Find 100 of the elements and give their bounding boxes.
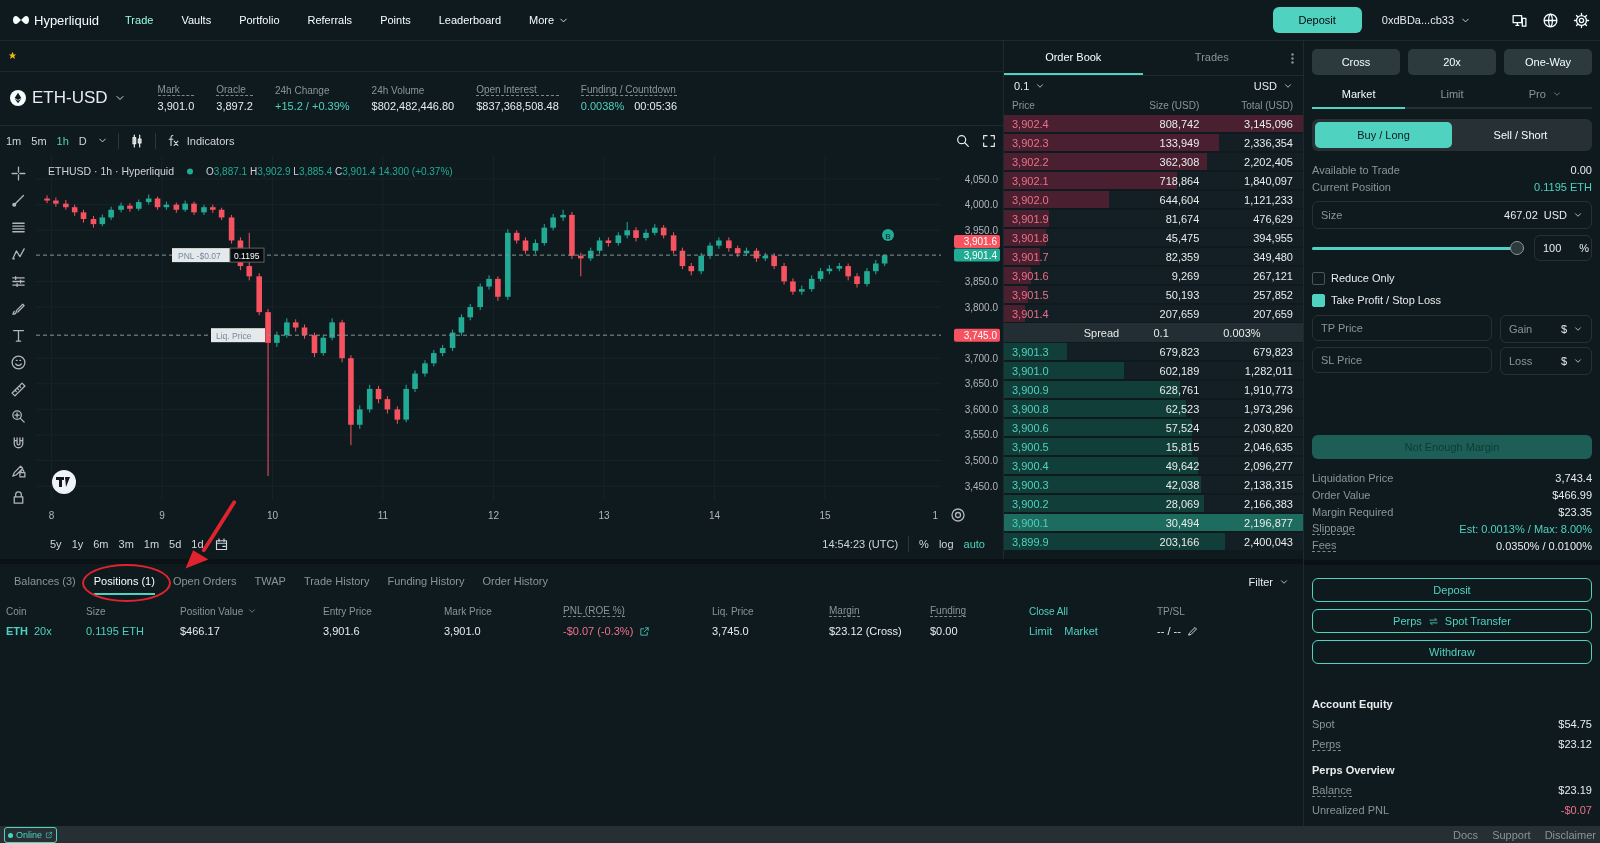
panel-tab[interactable]: Open Orders <box>172 569 237 595</box>
panel-tab[interactable]: Trades <box>1142 41 1281 75</box>
unit-select[interactable]: Gain $ <box>1500 315 1592 343</box>
interval-button[interactable]: 1h <box>56 134 69 147</box>
nav-link[interactable]: Leaderboard <box>438 14 502 26</box>
panel-tab[interactable]: Order History <box>482 569 548 595</box>
wallet-button[interactable]: 0xdBDa...cb33 <box>1381 14 1471 26</box>
price-cell[interactable]: 3,902.0 <box>1012 193 1106 206</box>
percent-field[interactable]: 100 % <box>1534 235 1592 261</box>
range-button[interactable]: 1y <box>71 538 84 551</box>
mode-button[interactable]: Cross <box>1312 49 1400 75</box>
price-cell[interactable]: 3,900.8 <box>1012 402 1106 415</box>
star-icon[interactable] <box>8 51 17 61</box>
price-cell[interactable]: 3,901.5 <box>1012 288 1106 301</box>
price-cell[interactable]: 3,900.6 <box>1012 421 1106 434</box>
ruler-icon[interactable] <box>9 381 27 399</box>
footer-link[interactable]: Support <box>1492 829 1531 841</box>
nav-link[interactable]: More <box>529 14 570 26</box>
price-cell[interactable]: 3,901.0 <box>1012 364 1106 377</box>
price-cell[interactable]: 3,900.2 <box>1012 497 1106 510</box>
price-cell[interactable]: 3,902.4 <box>1012 117 1106 130</box>
price-cell[interactable]: 3,899.9 <box>1012 535 1106 548</box>
close-link[interactable]: Limit <box>1029 625 1053 637</box>
price-cell[interactable]: 3,902.2 <box>1012 155 1106 168</box>
price-cell[interactable]: 3,901.8 <box>1012 231 1106 244</box>
share-icon[interactable] <box>639 625 651 637</box>
mode-button[interactable]: 20x <box>1408 49 1496 75</box>
interval-button[interactable]: 5m <box>31 134 47 147</box>
panel-tab[interactable]: Funding History <box>387 569 465 595</box>
size-cell-text: 718,864 <box>1158 174 1200 187</box>
interval-button[interactable]: 1m <box>6 134 22 147</box>
panel-tab[interactable]: TWAP <box>254 569 286 595</box>
checkbox[interactable] <box>1312 271 1325 285</box>
column-header[interactable]: Close All <box>1029 605 1068 617</box>
price-cell[interactable]: 3,900.3 <box>1012 478 1106 491</box>
nav-link[interactable]: Portfolio <box>239 14 280 26</box>
scale-button[interactable]: auto <box>963 538 985 551</box>
nav-link[interactable]: Points <box>380 14 411 26</box>
price-cell[interactable]: 3,901.4 <box>1012 307 1106 320</box>
panel-tab[interactable]: Order Book <box>1004 41 1143 75</box>
scale-button[interactable]: log <box>938 538 954 551</box>
range-button[interactable]: 5d <box>169 538 182 551</box>
order-type-tab[interactable]: Limit <box>1405 81 1499 109</box>
total-cell-text: 2,046,635 <box>1243 440 1293 453</box>
range-button[interactable]: 3m <box>118 538 134 551</box>
filter-button[interactable]: Filter <box>1248 576 1289 588</box>
unit-select[interactable]: Loss $ <box>1500 347 1592 375</box>
calendar-icon[interactable] <box>213 536 229 552</box>
range-button[interactable]: 1d <box>191 538 204 551</box>
price-field[interactable]: SL Price <box>1312 347 1492 373</box>
crosshair-icon[interactable] <box>9 165 27 183</box>
size-field[interactable]: Size 467.02 USD <box>1312 201 1592 229</box>
online-badge[interactable]: Online <box>4 827 57 843</box>
price-cell[interactable]: 3,901.3 <box>1012 345 1106 358</box>
panel-tab[interactable]: Positions (1) <box>93 569 155 595</box>
price-cell[interactable]: 3,902.1 <box>1012 174 1106 187</box>
panel-tab[interactable]: Trade History <box>303 569 370 595</box>
unit-select[interactable]: USD <box>1253 80 1293 92</box>
column-header[interactable]: Position Value <box>180 605 244 617</box>
account-button[interactable]: Deposit <box>1312 578 1592 602</box>
range-button[interactable]: 1m <box>143 538 160 551</box>
close-link[interactable]: Market <box>1064 625 1098 637</box>
price-cell[interactable]: 3,901.7 <box>1012 250 1106 263</box>
price-cell[interactable]: 3,902.3 <box>1012 136 1106 149</box>
nav-link[interactable]: Referrals <box>307 14 353 26</box>
price-cell[interactable]: 3,901.6 <box>1012 269 1106 282</box>
checkbox[interactable] <box>1312 293 1325 307</box>
fullscreen-icon[interactable] <box>981 132 997 149</box>
side-toggle[interactable]: Buy / Long <box>1315 122 1452 148</box>
price-field[interactable]: TP Price <box>1312 315 1492 341</box>
smiley-icon[interactable] <box>9 354 27 372</box>
tick-size-select[interactable]: 0.1 <box>1014 80 1046 92</box>
nav-link[interactable]: Vaults <box>181 14 212 26</box>
price-cell[interactable]: 3,900.5 <box>1012 440 1106 453</box>
order-type-tab[interactable]: Market <box>1312 81 1406 109</box>
price-cell[interactable]: 3,900.4 <box>1012 459 1106 472</box>
interval-button[interactable]: D <box>78 134 87 147</box>
scale-button[interactable]: % <box>919 538 929 551</box>
order-type-tab[interactable]: Pro <box>1498 81 1592 109</box>
edit-icon[interactable] <box>1186 625 1199 637</box>
transfer-button[interactable]: Perps Spot Transfer <box>1312 609 1592 633</box>
account-button[interactable]: Withdraw <box>1312 640 1592 664</box>
footer-link[interactable]: Docs <box>1453 829 1479 841</box>
market-selector[interactable]: ETH-USD <box>32 88 126 109</box>
mode-button[interactable]: One-Way <box>1504 49 1592 75</box>
range-button[interactable]: 6m <box>93 538 109 551</box>
search-icon[interactable] <box>955 132 971 149</box>
zoom-in-icon[interactable] <box>9 408 27 426</box>
deposit-button[interactable]: Deposit <box>1272 7 1362 33</box>
price-cell[interactable]: 3,901.9 <box>1012 212 1106 225</box>
side-toggle[interactable]: Sell / Short <box>1452 122 1589 148</box>
range-button[interactable]: 5y <box>50 538 62 551</box>
footer-link[interactable]: Disclaimer <box>1544 829 1596 841</box>
trend-line-icon[interactable] <box>9 192 27 210</box>
globe-icon[interactable] <box>1542 11 1559 29</box>
price-cell[interactable]: 3,900.9 <box>1012 383 1106 396</box>
panel-tab[interactable]: Balances (3) <box>14 569 76 595</box>
indicators-button[interactable]: Indicators <box>165 133 235 149</box>
more-icon[interactable] <box>1290 52 1294 64</box>
nav-link[interactable]: Trade <box>125 14 154 26</box>
